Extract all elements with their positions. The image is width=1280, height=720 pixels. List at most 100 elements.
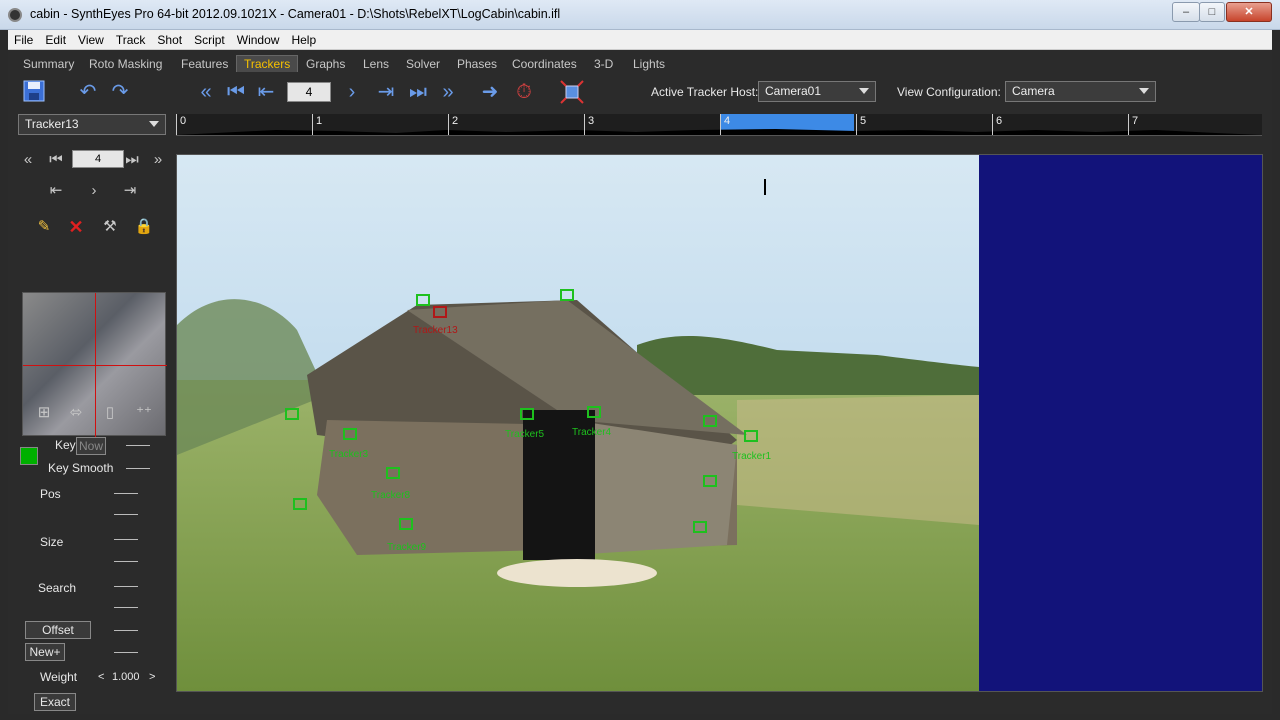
prev-frame-icon[interactable]: ⇤ (46, 181, 66, 201)
tracker-marker[interactable] (703, 415, 717, 427)
size-label: Size (40, 535, 64, 549)
undo-icon[interactable]: ↶ (76, 80, 100, 104)
magic-wand-icon[interactable]: ✎ (34, 217, 54, 237)
timeline-tick: 0 (176, 114, 186, 135)
tracker-marker[interactable] (520, 408, 534, 420)
frame-number-input[interactable]: 4 (72, 150, 124, 168)
exact-button[interactable]: Exact (34, 693, 76, 711)
redo-icon[interactable]: ↷ (108, 80, 132, 104)
now-button[interactable]: Now (76, 437, 106, 455)
timeline[interactable]: 0 1 2 3 4 5 6 7 (176, 114, 1262, 136)
next-key-icon[interactable]: ⏭ (122, 150, 142, 170)
active-tracker-host-label: Active Tracker Host: (651, 85, 759, 99)
delete-icon[interactable]: ✕ (66, 217, 86, 237)
grid-icon[interactable]: ⊞ (34, 403, 54, 423)
tracker-marker[interactable] (433, 306, 447, 318)
tracker-select[interactable]: Tracker13 (18, 114, 166, 135)
window-title: cabin - SynthEyes Pro 64-bit 2012.09.102… (30, 7, 561, 21)
tracker-marker[interactable] (744, 430, 758, 442)
tracker-select-value: Tracker13 (25, 117, 79, 131)
last-key-icon[interactable]: ⏭ (406, 80, 430, 104)
key-label: Key (55, 438, 76, 452)
weight-decrease[interactable]: < (98, 671, 104, 683)
zoom-fit-icon[interactable] (560, 80, 584, 104)
tab-lens[interactable]: Lens (363, 57, 389, 71)
main-app: Summary Roto Masking Features Trackers G… (8, 50, 1272, 714)
offset-y (114, 652, 138, 653)
menu-help[interactable]: Help (285, 30, 322, 50)
shot-image (177, 155, 979, 691)
menu-script[interactable]: Script (188, 30, 231, 50)
tracker-marker[interactable] (560, 289, 574, 301)
timeline-tick: 5 (856, 114, 866, 135)
tab-3d[interactable]: 3-D (594, 57, 613, 71)
toolbar: ↶ ↷ « ⏮ ⇤ 4 › ⇥ ⏭ » ➜ ⏱ Active Tracker H… (8, 76, 1272, 108)
camera-viewport[interactable]: Tracker13 Tracker1 Tracker3 Tracker4 Tra… (176, 154, 1263, 692)
last-frame-icon[interactable]: » (436, 80, 460, 104)
app-icon (8, 8, 22, 22)
next-key-icon[interactable]: ⇥ (374, 80, 398, 104)
last-frame-icon[interactable]: » (148, 150, 168, 170)
search-x (114, 586, 138, 587)
search-label: Search (38, 581, 77, 595)
minimize-button[interactable]: – (1172, 2, 1200, 22)
menu-edit[interactable]: Edit (39, 30, 72, 50)
tracker-label: Tracker9 (387, 542, 427, 553)
tab-lights[interactable]: Lights (633, 57, 665, 71)
prev-frame-icon[interactable]: ⇤ (254, 80, 278, 104)
tracker-marker[interactable] (703, 475, 717, 487)
prev-key-icon[interactable]: ⏮ (224, 80, 248, 104)
menu-view[interactable]: View (72, 30, 110, 50)
tracker-marker[interactable] (386, 467, 400, 479)
tracker-label: Tracker4 (572, 427, 612, 438)
clock-icon[interactable]: ⏱ (512, 80, 536, 104)
tab-phases[interactable]: Phases (457, 57, 497, 71)
tab-solver[interactable]: Solver (406, 57, 440, 71)
search-y (114, 607, 138, 608)
lock-icon[interactable]: 🔒 (134, 217, 154, 237)
prev-key-icon[interactable]: ⏮ (46, 150, 66, 170)
tracker-marker[interactable] (399, 518, 413, 530)
mouse-icon[interactable]: ▯ (100, 403, 120, 423)
tracker-marker[interactable] (293, 498, 307, 510)
next-frame-icon[interactable]: › (340, 80, 364, 104)
maximize-button[interactable]: □ (1199, 2, 1225, 22)
add-icon[interactable]: ⁺⁺ (134, 403, 154, 423)
view-config-select[interactable]: Camera (1005, 81, 1156, 102)
timeline-tick: 7 (1128, 114, 1138, 135)
new-plus-button[interactable]: New+ (25, 643, 65, 661)
tracker-marker[interactable] (343, 428, 357, 440)
tab-summary[interactable]: Summary (23, 57, 74, 71)
next-frame-icon[interactable]: ⇥ (120, 181, 140, 201)
key-smooth-value (126, 468, 150, 469)
tab-features[interactable]: Features (181, 57, 228, 71)
play-forward-icon[interactable]: ➜ (478, 80, 502, 104)
first-frame-icon[interactable]: « (18, 150, 38, 170)
offset-button[interactable]: Offset (25, 621, 91, 639)
frame-number-input[interactable]: 4 (287, 82, 331, 102)
tab-graphs[interactable]: Graphs (306, 57, 345, 71)
active-tracker-host-select[interactable]: Camera01 (758, 81, 876, 102)
tab-coordinates[interactable]: Coordinates (512, 57, 577, 71)
tracker-marker[interactable] (285, 408, 299, 420)
weight-value[interactable]: 1.000 (112, 671, 140, 683)
timeline-tick: 6 (992, 114, 1002, 135)
hammer-icon[interactable]: ⚒ (100, 217, 120, 237)
play-icon[interactable]: › (84, 181, 104, 201)
menu-shot[interactable]: Shot (151, 30, 188, 50)
menu-file[interactable]: File (8, 30, 39, 50)
tab-trackers[interactable]: Trackers (236, 55, 299, 72)
tracker-color-swatch[interactable] (20, 447, 38, 465)
weight-increase[interactable]: > (149, 671, 155, 683)
tracker-marker[interactable] (693, 521, 707, 533)
shape-icon[interactable]: ⬄ (66, 403, 86, 423)
tracker-marker[interactable] (416, 294, 430, 306)
tracker-marker[interactable] (587, 406, 601, 418)
first-frame-icon[interactable]: « (194, 80, 218, 104)
menu-track[interactable]: Track (110, 30, 152, 50)
size-x (114, 539, 138, 540)
tab-roto-masking[interactable]: Roto Masking (89, 57, 162, 71)
menu-window[interactable]: Window (231, 30, 286, 50)
close-button[interactable]: ✕ (1226, 2, 1272, 22)
save-icon[interactable] (22, 80, 46, 104)
